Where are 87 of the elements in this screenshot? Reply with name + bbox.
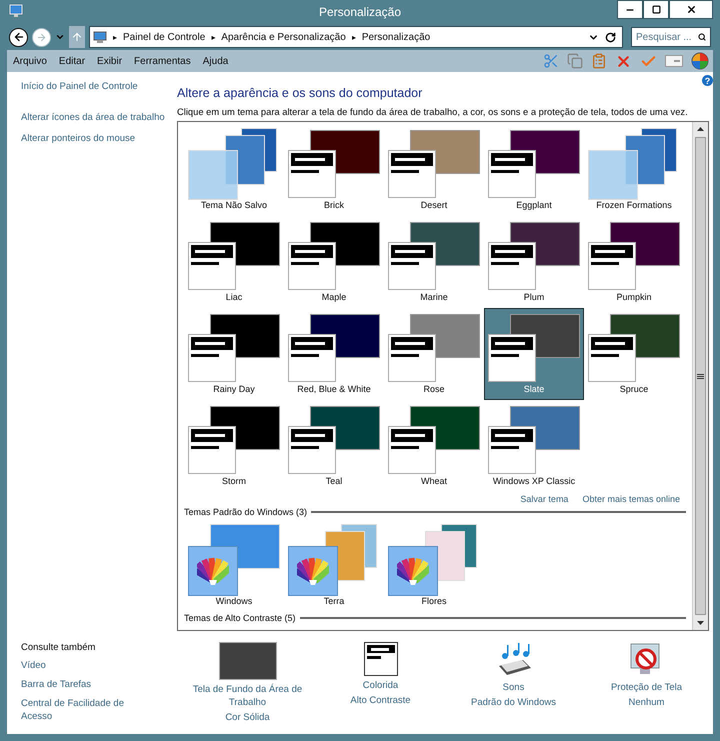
setting-link[interactable]: Proteção de Tela: [592, 681, 702, 694]
theme-tile[interactable]: Windows XP Classic: [484, 400, 584, 492]
solid-color-swatch[interactable]: [218, 642, 276, 680]
page-heading: Altere a aparência e os sons do computador: [177, 86, 424, 100]
menu-item[interactable]: Ferramentas: [134, 56, 191, 66]
theme-tile[interactable]: Pumpkin: [584, 216, 684, 308]
separator-arrow: ▸: [352, 32, 356, 42]
search-icon[interactable]: [698, 32, 706, 42]
monitor-icon: [93, 30, 107, 44]
see-also-link[interactable]: Barra de Tarefas: [21, 678, 131, 691]
card-icon[interactable]: [665, 55, 683, 67]
theme-tile[interactable]: Rose: [384, 308, 484, 400]
theme-tile[interactable]: Red, Blue & White: [284, 308, 384, 400]
sidebar-link[interactable]: Alterar ícones da área de trabalho: [21, 111, 177, 124]
glass-pane-icon: [188, 150, 238, 200]
theme-tile[interactable]: Terra: [284, 520, 384, 612]
section-title: Temas de Alto Contraste (5): [184, 613, 296, 623]
theme-tile[interactable]: Marine: [384, 216, 484, 308]
menu-item[interactable]: Exibir: [97, 56, 122, 66]
breadcrumb[interactable]: Painel de Controle: [123, 32, 206, 42]
window-title: Personalização: [318, 5, 402, 19]
theme-tile[interactable]: Maple: [284, 216, 384, 308]
sidebar-link[interactable]: Início do Painel de Controle: [21, 80, 177, 93]
theme-link[interactable]: Obter mais temas online: [582, 494, 680, 504]
setting-link[interactable]: Sons: [458, 681, 568, 694]
see-also-link[interactable]: Central de Facilidade de Acesso: [21, 697, 131, 723]
theme-tile[interactable]: Teal: [284, 400, 384, 492]
close-button[interactable]: [669, 0, 713, 19]
refresh-icon[interactable]: [605, 32, 616, 42]
recent-pages-icon[interactable]: [55, 32, 65, 42]
breadcrumb[interactable]: Personalização: [362, 32, 430, 42]
maximize-button[interactable]: [643, 0, 669, 19]
section-title: Temas Padrão do Windows (3): [184, 507, 308, 517]
color-wheel-icon[interactable]: [691, 52, 709, 70]
back-button[interactable]: [9, 28, 28, 46]
menu-item[interactable]: Arquivo: [13, 56, 47, 66]
theme-link[interactable]: Salvar tema: [520, 494, 568, 504]
theme-tile[interactable]: Windows: [184, 520, 284, 612]
monitor-icon: [9, 4, 23, 18]
theme-tile[interactable]: Tema Não Salvo: [184, 124, 284, 216]
theme-tile[interactable]: Eggplant: [484, 124, 584, 216]
setting-value[interactable]: Padrão do Windows: [470, 697, 556, 708]
setting-link[interactable]: Colorida: [326, 679, 436, 692]
theme-tile[interactable]: Plum: [484, 216, 584, 308]
grip-icon: [697, 374, 704, 378]
window-preview-icon[interactable]: [364, 642, 398, 676]
minimize-button[interactable]: [617, 0, 643, 19]
scrollbar[interactable]: [692, 122, 708, 630]
color-palette-icon: [288, 546, 338, 596]
help-button[interactable]: ?: [702, 75, 713, 86]
theme-tile[interactable]: Frozen Formations: [584, 124, 684, 216]
up-arrow-icon: [71, 31, 83, 43]
separator-arrow: ▸: [211, 32, 216, 42]
close-icon: [686, 4, 696, 15]
theme-tile[interactable]: Brick: [284, 124, 384, 216]
menu-item[interactable]: Editar: [58, 56, 86, 66]
setting-value[interactable]: Alto Contraste: [350, 695, 411, 706]
theme-tile[interactable]: Storm: [184, 400, 284, 492]
maximize-icon: [652, 5, 660, 14]
theme-tile[interactable]: Slate: [484, 308, 584, 400]
theme-tile[interactable]: Flores: [384, 520, 484, 612]
scroll-down-icon[interactable]: [697, 621, 704, 625]
theme-tile[interactable]: Desert: [384, 124, 484, 216]
sidebar-link[interactable]: Alterar ponteiros do mouse: [21, 132, 177, 145]
setting-value[interactable]: Cor Sólida: [225, 712, 270, 723]
breadcrumb[interactable]: Aparência e Personalização: [221, 32, 346, 42]
see-also-title: Consulte também: [21, 642, 96, 653]
theme-tile[interactable]: Spruce: [584, 308, 684, 400]
description-text: Clique em um tema para alterar a tela de fundo da área de trabalho, a cor, os sons e a proteção de tela, todos de uma vez.: [177, 106, 689, 117]
forward-button[interactable]: [32, 28, 51, 46]
search-field[interactable]: Pesquisar ...: [631, 27, 711, 47]
theme-tile[interactable]: Rainy Day: [184, 308, 284, 400]
back-arrow-icon: [12, 31, 24, 43]
forward-arrow-icon: [36, 32, 47, 42]
menu-item[interactable]: Ajuda: [202, 56, 228, 66]
color-palette-icon: [188, 546, 238, 596]
theme-tile[interactable]: Liac: [184, 216, 284, 308]
setting-value[interactable]: Nenhum: [628, 697, 664, 708]
address-bar[interactable]: ▸ Painel de Controle ▸ Aparência e Personalização ▸ Personalização: [89, 26, 623, 48]
theme-tile[interactable]: Wheat: [384, 400, 484, 492]
scroll-up-icon[interactable]: [697, 127, 704, 131]
clipboard-icon[interactable]: [591, 53, 607, 69]
setting-link[interactable]: Tela de Fundo da Área de Trabalho: [192, 683, 302, 709]
separator-arrow: ▸: [113, 32, 117, 42]
color-palette-icon: [388, 546, 438, 596]
see-also-link[interactable]: Vídeo: [21, 659, 131, 672]
glass-pane-icon: [588, 150, 638, 200]
